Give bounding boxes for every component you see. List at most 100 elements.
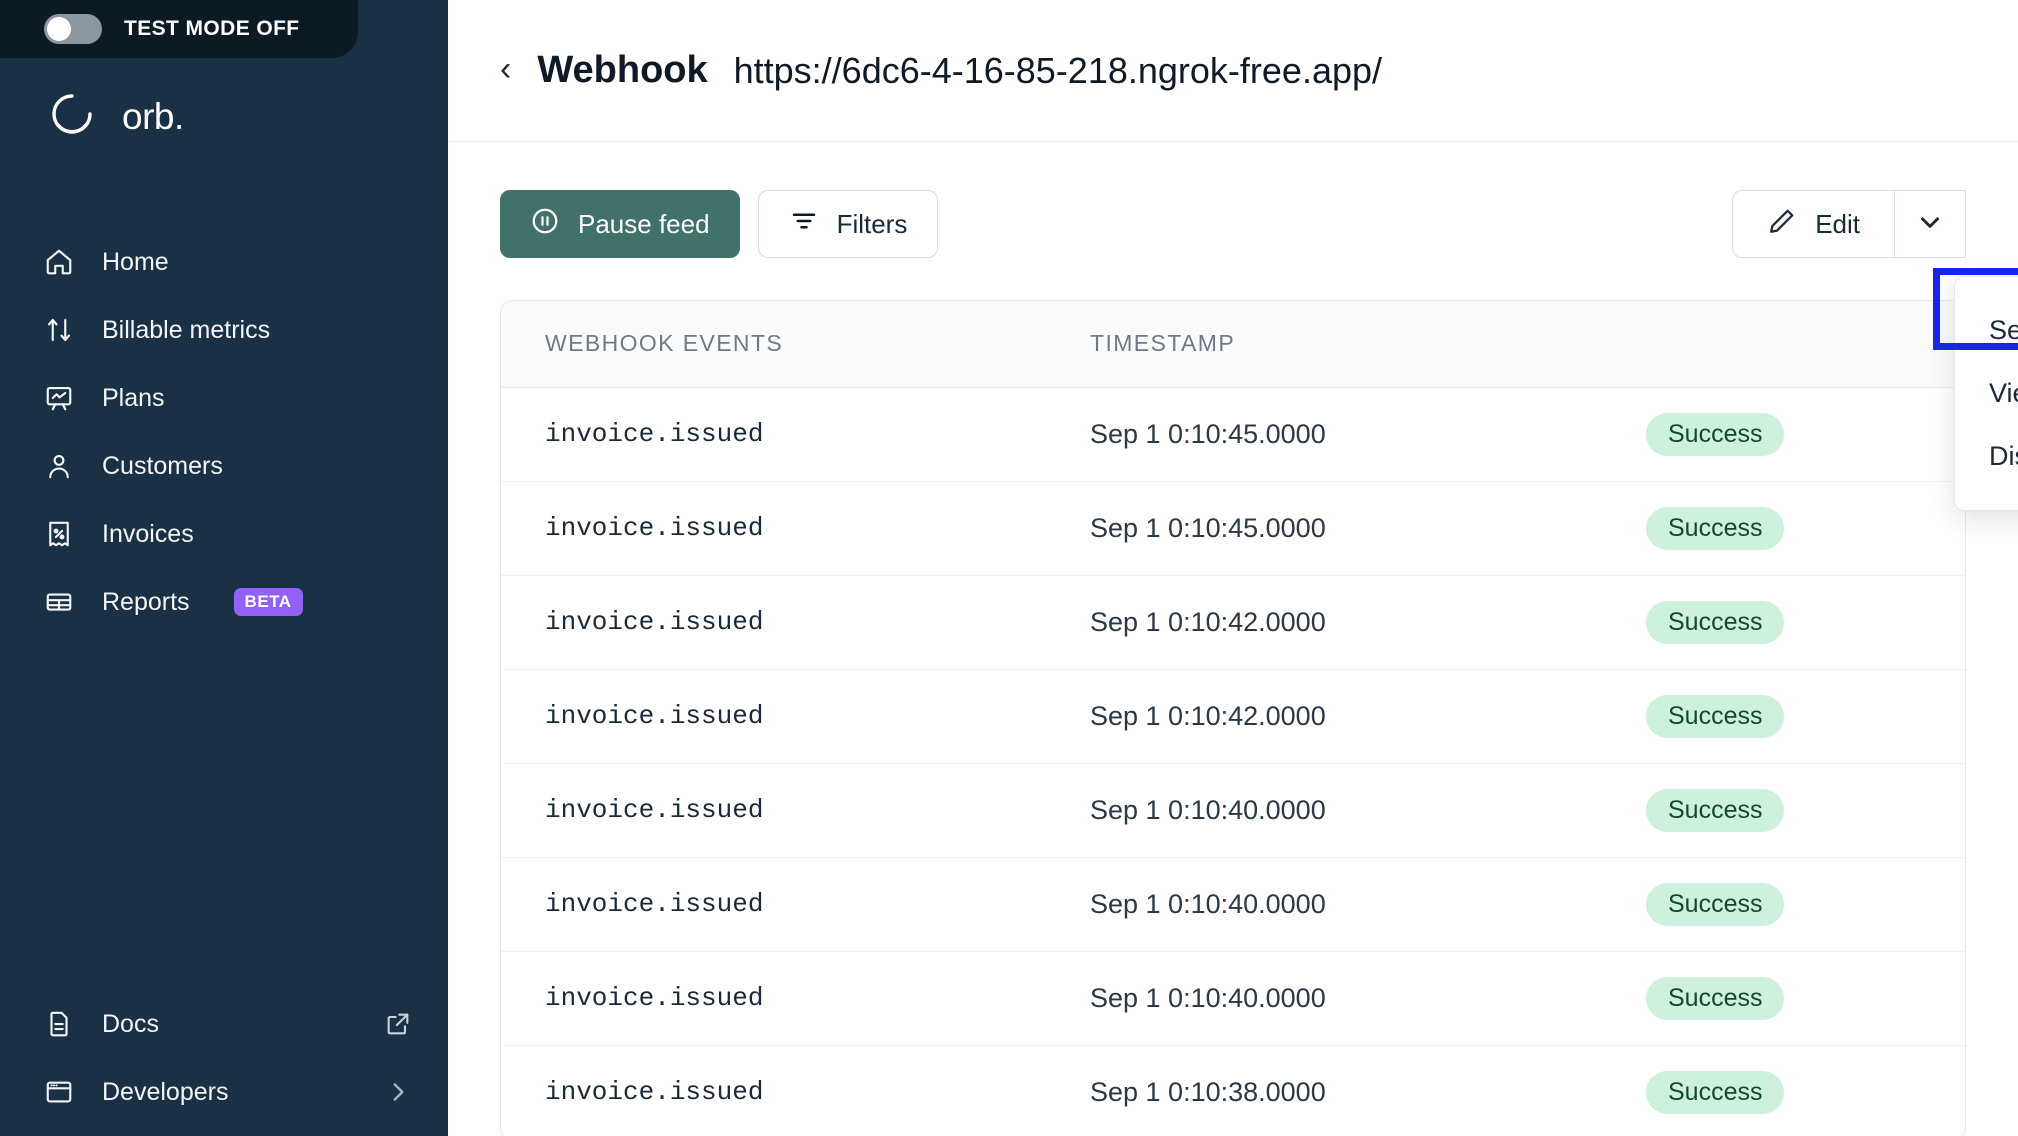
filter-icon — [789, 206, 819, 243]
sidebar-item-developers[interactable]: Developers — [0, 1058, 448, 1126]
edit-button[interactable]: Edit — [1732, 190, 1894, 258]
cell-event: invoice.issued — [501, 387, 1046, 482]
test-mode-bar[interactable]: TEST MODE OFF — [0, 0, 358, 58]
sidebar-item-customers[interactable]: Customers — [0, 432, 448, 500]
chevron-down-icon — [1915, 207, 1945, 242]
chevron-right-icon[interactable] — [384, 1078, 412, 1106]
menu-item-view-signing-secret[interactable]: View signing secret — [1955, 362, 2018, 425]
sidebar-item-label: Billable metrics — [102, 315, 271, 344]
sidebar-item-label: Reports — [102, 587, 190, 616]
column-header-webhook-events: WEBHOOK EVENTS — [501, 301, 1046, 388]
cell-event: invoice.issued — [501, 951, 1046, 1046]
cell-event: invoice.issued — [501, 763, 1046, 858]
status-badge: Success — [1646, 882, 1785, 926]
cell-timestamp: Sep 1 0:10:40.0000 — [1046, 951, 1646, 1046]
arrows-up-down-icon — [44, 315, 74, 345]
status-badge: Success — [1646, 506, 1785, 550]
webhook-url: https://6dc6-4-16-85-218.ngrok-free.app/ — [733, 49, 1383, 91]
status-badge: Success — [1646, 976, 1785, 1020]
page-header: ‹ Webhook https://6dc6-4-16-85-218.ngrok… — [448, 0, 2018, 142]
cell-status: Success — [1646, 669, 1965, 764]
brand-logo[interactable]: orb. — [44, 86, 184, 147]
cell-event: invoice.issued — [501, 669, 1046, 764]
table-row[interactable]: invoice.issued Sep 1 0:10:40.0000 Succes… — [501, 951, 1965, 1046]
filters-label: Filters — [836, 208, 908, 239]
app-root: TEST MODE OFF orb. Home Billable metrics… — [0, 0, 2018, 1136]
sidebar-item-invoices[interactable]: Invoices — [0, 500, 448, 568]
filters-button[interactable]: Filters — [757, 190, 939, 258]
sidebar-nav: Home Billable metrics Plans Customers In… — [0, 228, 448, 636]
cell-timestamp: Sep 1 0:10:45.0000 — [1046, 481, 1646, 576]
cell-timestamp: Sep 1 0:10:40.0000 — [1046, 857, 1646, 952]
cell-timestamp: Sep 1 0:10:42.0000 — [1046, 575, 1646, 670]
cell-timestamp: Sep 1 0:10:38.0000 — [1090, 1076, 1326, 1107]
cell-event: invoice.issued — [501, 481, 1046, 576]
browser-window-icon — [44, 1077, 74, 1107]
cell-event: invoice.issued — [501, 857, 1046, 952]
page-title: Webhook — [537, 49, 708, 91]
table-row[interactable]: invoice.issued Sep 1 0:10:45.0000 Succes… — [501, 481, 1965, 576]
sidebar-item-docs[interactable]: Docs — [0, 990, 448, 1058]
sidebar-bottom-nav: Docs Developers — [0, 990, 448, 1136]
test-mode-label: TEST MODE OFF — [124, 17, 300, 40]
orb-circle-icon — [44, 86, 100, 147]
table-row[interactable]: invoice.issued Sep 1 0:10:40.0000 Succes… — [501, 857, 1965, 952]
brand-name: orb. — [122, 95, 184, 137]
main-content: ‹ Webhook https://6dc6-4-16-85-218.ngrok… — [448, 0, 2018, 1136]
status-badge: Success — [1646, 1070, 1785, 1114]
table-row[interactable]: invoice.issued Sep 1 0:10:42.0000 Succes… — [501, 669, 1965, 764]
toolbar: Pause feed Filters Edit — [500, 190, 1966, 258]
document-icon — [44, 1009, 74, 1039]
invoice-receipt-icon — [44, 519, 74, 549]
sidebar-item-reports[interactable]: Reports BETA — [0, 568, 448, 636]
cell-status: Success — [1646, 951, 1965, 1046]
pause-feed-label: Pause feed — [578, 208, 710, 239]
status-badge: Success — [1646, 600, 1785, 644]
table-row[interactable]: invoice.issued Sep 1 0:10:42.0000 Succes… — [501, 575, 1965, 670]
cell-status: Success — [1646, 1045, 1965, 1136]
sidebar-item-label: Plans — [102, 383, 165, 412]
menu-item-disable-webhook[interactable]: Disable webhook — [1955, 425, 2018, 488]
presentation-chart-icon — [44, 383, 74, 413]
status-badge: Success — [1646, 788, 1785, 832]
sidebar-item-label: Customers — [102, 451, 223, 480]
sidebar-item-plans[interactable]: Plans — [0, 364, 448, 432]
sidebar: TEST MODE OFF orb. Home Billable metrics… — [0, 0, 448, 1136]
table-row[interactable]: invoice.issued Sep 1 0:10:38.0000 Succes… — [501, 1045, 1965, 1136]
sidebar-item-label: Invoices — [102, 519, 194, 548]
sidebar-item-label: Home — [102, 247, 169, 276]
sidebar-item-label: Developers — [102, 1077, 229, 1106]
status-badge: Success — [1646, 412, 1785, 456]
pencil-icon — [1767, 206, 1797, 243]
toggle-knob — [47, 17, 71, 41]
chevron-left-icon[interactable]: ‹ — [500, 52, 511, 90]
status-badge-beta: BETA — [233, 588, 303, 616]
sidebar-item-billable-metrics[interactable]: Billable metrics — [0, 296, 448, 364]
status-badge: Success — [1646, 694, 1785, 738]
column-header-timestamp: TIMESTAMP — [1046, 301, 1646, 388]
cell-event: invoice.issued — [545, 1077, 764, 1108]
pause-feed-button[interactable]: Pause feed — [500, 190, 740, 258]
edit-label: Edit — [1815, 208, 1860, 239]
users-icon — [44, 451, 74, 481]
cell-status: Success — [1646, 857, 1965, 952]
sidebar-item-home[interactable]: Home — [0, 228, 448, 296]
test-mode-toggle[interactable] — [44, 14, 102, 44]
table-row[interactable]: invoice.issued Sep 1 0:10:45.0000 Succes… — [501, 387, 1965, 482]
webhook-events-table: WEBHOOK EVENTS TIMESTAMP invoice.issued … — [500, 300, 1966, 1136]
home-icon — [44, 247, 74, 277]
table-row[interactable]: invoice.issued Sep 1 0:10:40.0000 Succes… — [501, 763, 1965, 858]
edit-dropdown-toggle[interactable] — [1894, 190, 1966, 258]
menu-item-send-test-request[interactable]: Send test request — [1955, 299, 2018, 362]
cell-status: Success — [1646, 481, 1965, 576]
external-link-icon[interactable] — [384, 1010, 412, 1038]
cell-timestamp: Sep 1 0:10:45.0000 — [1046, 387, 1646, 482]
sidebar-item-label: Docs — [102, 1009, 159, 1038]
column-header-status — [1646, 301, 1965, 388]
cell-timestamp: Sep 1 0:10:40.0000 — [1046, 763, 1646, 858]
table-header-row: WEBHOOK EVENTS TIMESTAMP — [501, 301, 1965, 388]
cell-status: Success — [1646, 387, 1965, 482]
cell-event: invoice.issued — [501, 575, 1046, 670]
cell-status: Success — [1646, 575, 1965, 670]
cell-status: Success — [1646, 763, 1965, 858]
